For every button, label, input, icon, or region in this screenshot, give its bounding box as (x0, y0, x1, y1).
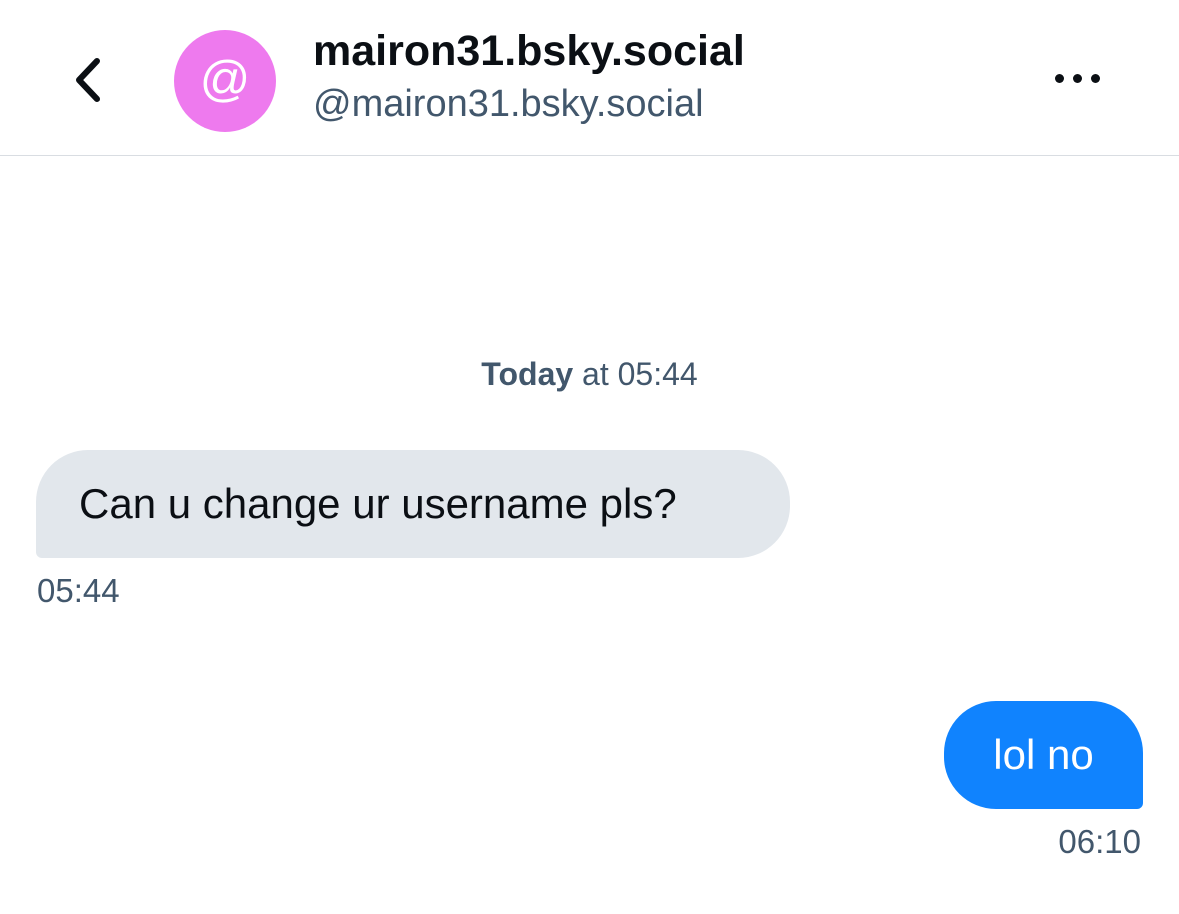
conversation-header: @ mairon31.bsky.social @mairon31.bsky.so… (0, 0, 1179, 156)
message-text: Can u change ur username pls? (79, 480, 677, 527)
date-separator: Today at 05:44 (0, 356, 1179, 393)
date-separator-time: at 05:44 (573, 356, 698, 392)
message-timestamp: 06:10 (1058, 823, 1141, 860)
chevron-left-icon (76, 58, 100, 102)
message-timestamp: 05:44 (37, 572, 120, 609)
avatar[interactable]: @ (174, 30, 276, 132)
more-options-button[interactable] (1044, 58, 1110, 98)
avatar-at-icon: @ (199, 51, 251, 107)
outgoing-message-bubble[interactable]: lol no (944, 701, 1143, 809)
more-horizontal-icon (1072, 73, 1082, 83)
user-handle: @mairon31.bsky.social (313, 83, 704, 125)
display-name[interactable]: mairon31.bsky.social (313, 27, 745, 76)
dm-conversation-screen: @ mairon31.bsky.social @mairon31.bsky.so… (0, 0, 1179, 914)
incoming-message-bubble[interactable]: Can u change ur username pls? (36, 450, 790, 558)
more-horizontal-icon (1054, 73, 1064, 83)
date-separator-day: Today (481, 356, 574, 392)
back-button[interactable] (60, 52, 116, 108)
more-horizontal-icon (1090, 73, 1100, 83)
message-text: lol no (993, 731, 1094, 778)
